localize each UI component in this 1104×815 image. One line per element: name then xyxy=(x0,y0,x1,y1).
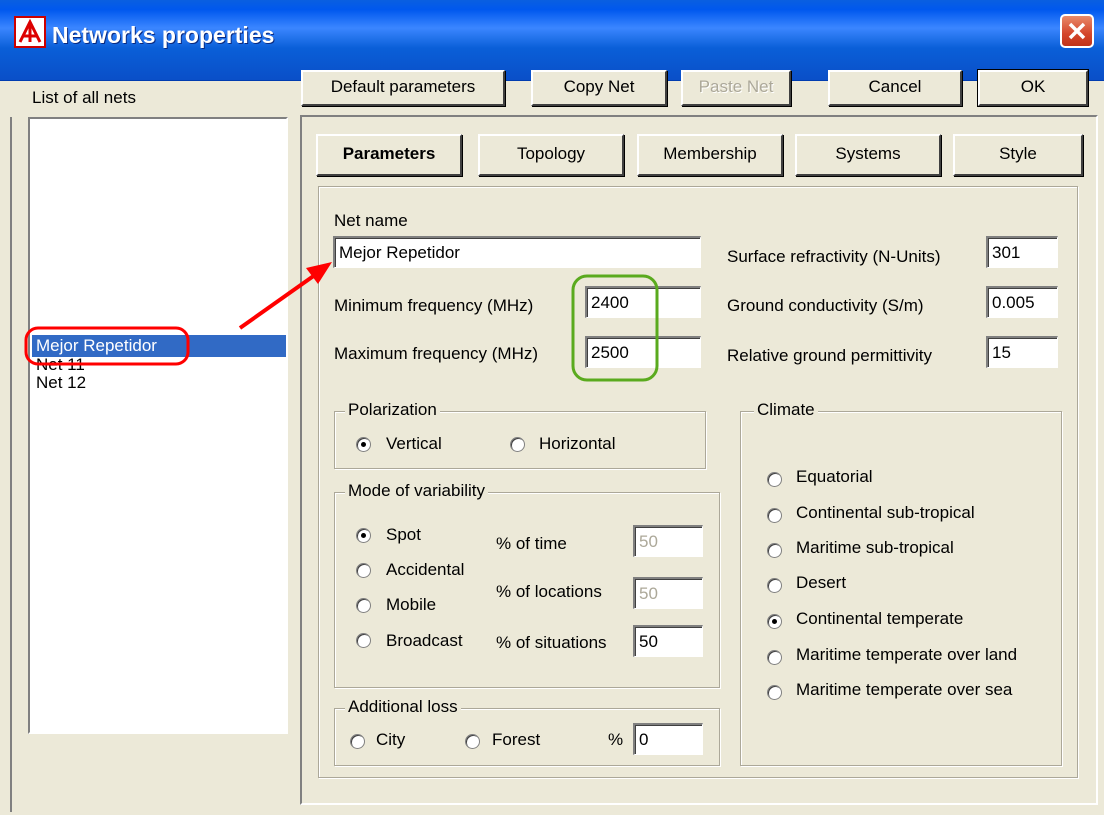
max-frequency-label: Maximum frequency (MHz) xyxy=(334,344,539,363)
tab-topology[interactable]: Topology xyxy=(478,134,624,176)
list-item[interactable]: Mejor Repetidor xyxy=(32,335,286,357)
nets-list[interactable]: Mejor Repetidor Net 11 Net 12 xyxy=(28,117,288,734)
additional-loss-title: Additional loss xyxy=(345,697,461,717)
refractivity-label: Surface refractivity (N-Units) xyxy=(727,247,941,266)
horizontal-radio[interactable] xyxy=(510,437,525,452)
locations-field[interactable]: 50 xyxy=(633,577,703,609)
spot-label: Spot xyxy=(386,525,421,544)
maritime-subtropical-radio[interactable] xyxy=(767,543,782,558)
continental-subtropical-radio[interactable] xyxy=(767,508,782,523)
cancel-button[interactable]: Cancel xyxy=(828,70,962,106)
nets-list-label: List of all nets xyxy=(32,88,136,107)
forest-label: Forest xyxy=(492,730,541,749)
default-parameters-button[interactable]: Default parameters xyxy=(301,70,505,106)
vertical-radio[interactable] xyxy=(356,437,371,452)
min-frequency-label: Minimum frequency (MHz) xyxy=(334,296,534,315)
horizontal-label: Horizontal xyxy=(539,434,616,453)
close-button[interactable] xyxy=(1060,14,1094,48)
tab-style[interactable]: Style xyxy=(953,134,1083,176)
equatorial-label: Equatorial xyxy=(796,467,873,486)
close-icon xyxy=(1068,22,1086,40)
spot-radio[interactable] xyxy=(356,528,371,543)
list-item[interactable]: Net 11 xyxy=(32,356,286,373)
accidental-radio[interactable] xyxy=(356,563,371,578)
permittivity-label: Relative ground permittivity xyxy=(727,346,933,365)
forest-radio[interactable] xyxy=(465,734,480,749)
maritime-temperate-land-label: Maritime temperate over land xyxy=(796,645,1018,664)
polarization-title: Polarization xyxy=(345,400,440,420)
desert-radio[interactable] xyxy=(767,578,782,593)
continental-subtropical-label: Continental sub-tropical xyxy=(796,503,975,522)
climate-group xyxy=(740,411,1062,766)
maritime-temperate-land-radio[interactable] xyxy=(767,650,782,665)
list-item[interactable]: Net 12 xyxy=(32,374,286,391)
locations-label: % of locations xyxy=(496,582,602,601)
desert-label: Desert xyxy=(796,573,847,592)
variability-title: Mode of variability xyxy=(345,481,489,501)
net-name-label: Net name xyxy=(334,211,408,230)
min-frequency-field[interactable]: 2400 xyxy=(585,286,701,318)
city-radio[interactable] xyxy=(350,734,365,749)
tab-parameters[interactable]: Parameters xyxy=(316,134,462,176)
maritime-temperate-sea-label: Maritime temperate over sea xyxy=(796,680,1013,699)
situations-field[interactable]: 50 xyxy=(633,625,703,657)
city-label: City xyxy=(376,730,406,749)
mobile-label: Mobile xyxy=(386,595,437,614)
window-title: Networks properties xyxy=(52,22,275,48)
refractivity-field[interactable]: 301 xyxy=(986,236,1058,268)
tab-membership[interactable]: Membership xyxy=(637,134,783,176)
loss-percent-label: % xyxy=(608,730,624,749)
paste-net-button[interactable]: Paste Net xyxy=(681,70,791,106)
maritime-subtropical-label: Maritime sub-tropical xyxy=(796,538,954,557)
climate-title: Climate xyxy=(754,400,818,420)
maritime-temperate-sea-radio[interactable] xyxy=(767,685,782,700)
equatorial-radio[interactable] xyxy=(767,472,782,487)
max-frequency-field[interactable]: 2500 xyxy=(585,336,701,368)
conductivity-field[interactable]: 0.005 xyxy=(986,286,1058,318)
vertical-label: Vertical xyxy=(386,434,442,453)
mobile-radio[interactable] xyxy=(356,598,371,613)
tab-systems[interactable]: Systems xyxy=(795,134,941,176)
broadcast-radio[interactable] xyxy=(356,633,371,648)
loss-percent-field[interactable]: 0 xyxy=(633,723,703,755)
conductivity-label: Ground conductivity (S/m) xyxy=(727,296,924,315)
situations-label: % of situations xyxy=(496,633,607,652)
continental-temperate-label: Continental temperate xyxy=(796,609,964,628)
left-divider xyxy=(10,117,12,812)
accidental-label: Accidental xyxy=(386,560,465,579)
net-name-field[interactable]: Mejor Repetidor xyxy=(333,236,701,268)
copy-net-button[interactable]: Copy Net xyxy=(531,70,667,106)
continental-temperate-radio[interactable] xyxy=(767,614,782,629)
time-field[interactable]: 50 xyxy=(633,525,703,557)
permittivity-field[interactable]: 15 xyxy=(986,336,1058,368)
ok-button[interactable]: OK xyxy=(977,69,1089,107)
time-label: % of time xyxy=(496,534,567,553)
broadcast-label: Broadcast xyxy=(386,631,463,650)
app-icon xyxy=(14,16,46,48)
